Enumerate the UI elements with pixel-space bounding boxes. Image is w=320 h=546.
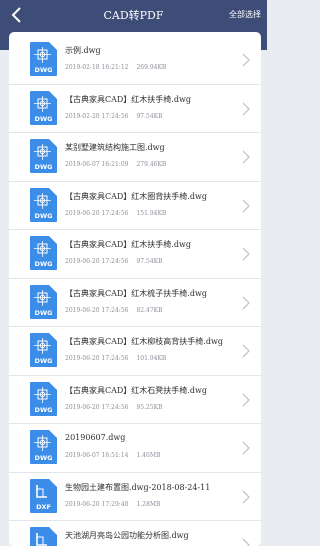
file-date: 2019-06-20 17:24:56 [65,355,129,362]
file-row[interactable]: DWG 20190607.dwg 2019-06-07 16:51:14 1.46… [9,424,261,473]
file-type-label: DWG [34,308,53,317]
dwg-file-icon: DWG [30,381,57,416]
file-name: 【古典家具CAD】红木扶手椅.dwg [65,94,191,104]
file-date: 2019-06-07 16:51:14 [65,452,129,459]
file-meta: 2019-06-07 16:21:09 279.46KB [65,161,235,168]
file-date: 2019-06-07 16:21:09 [65,161,129,168]
chevron-right-icon [242,441,250,455]
file-list-panel: DWG 示例.dwg 2019-02-18 16:21:12 269.94KB [9,32,261,546]
file-meta: 2019-02-18 16:21:12 269.94KB [65,64,235,71]
file-row[interactable]: DWG 【古典家具CAD】红木柳枝高背扶手椅.dwg 2019-06-20 17… [9,327,261,376]
file-name: 示例.dwg [65,46,101,55]
file-type-label: DWG [34,114,53,123]
file-name: 【古典家具CAD】红木柳枝高背扶手椅.dwg [65,337,223,346]
dwg-file-icon: DWG [30,139,57,173]
chevron-right-icon [242,53,250,67]
file-type-label: DWG [34,357,53,365]
dwg-file-icon: DWG [30,236,57,270]
file-type-label: DWG [34,405,53,414]
file-size: 269.94KB [136,64,167,71]
file-date: 2019-02-20 17:24:56 [65,112,129,120]
chevron-right-icon [242,490,250,503]
file-type-label: DWG [34,163,53,171]
file-date: 2019-06-20 17:24:56 [65,258,129,265]
dwg-file-icon: DWG [30,187,57,222]
file-name: 生物园土建布置图.dwg-2018-08-24-11 [65,482,211,492]
file-size: 1.46MB [136,452,161,459]
file-row[interactable]: DWG 【古典家具CAD】红木圈背扶手椅.dwg 2019-06-20 17:2… [9,182,261,230]
chevron-right-icon [242,150,250,164]
file-list: DWG 示例.dwg 2019-02-18 16:21:12 269.94KB [9,36,261,546]
file-meta: 2019-06-20 17:24:56 82.47KB [65,307,235,314]
page-title: CAD转PDF [103,9,164,22]
file-meta: 2019-06-20 17:24:56 97.54KB [65,258,235,265]
file-size: 82.47KB [136,306,163,314]
file-row[interactable]: DXF 天池湖月亮岛公园功能分析图.dwg 2019-06-20 17:40:5… [9,521,261,546]
file-size: 279.46KB [136,161,167,168]
file-name: 【古典家具CAD】红木梳子扶手椅.dwg [65,288,207,298]
file-row[interactable]: DWG 示例.dwg 2019-02-18 16:21:12 269.94KB [9,36,261,85]
file-size: 151.94KB [136,209,167,217]
chevron-right-icon [242,102,250,115]
file-name: 20190607.dwg [65,433,126,442]
dxf-file-icon: DXF [30,527,57,546]
dwg-file-icon: DWG [30,42,57,76]
file-meta: 2019-06-20 17:24:56 151.94KB [65,210,235,217]
file-name: 某别墅建筑结构施工图.dwg [65,143,165,152]
file-meta: 2019-02-20 17:24:56 97.54KB [65,113,235,120]
file-row[interactable]: DWG 【古典家具CAD】红木石凳扶手椅.dwg 2019-06-20 17:2… [9,376,261,424]
file-size: 1.28MB [136,500,161,508]
file-row[interactable]: DXF 生物园土建布置图.dwg-2018-08-24-11 2019-06-2… [9,473,261,521]
file-meta: 2019-06-20 17:24:56 101.94KB [65,355,235,362]
file-type-label: DWG [34,66,53,74]
file-type-label: DWG [34,211,53,220]
select-all-button[interactable]: 全部选择 [229,9,261,20]
file-name: 【古典家具CAD】红木圈背扶手椅.dwg [65,191,207,201]
file-row[interactable]: DWG 某别墅建筑结构施工图.dwg 2019-06-07 16:21:09 27… [9,133,261,182]
file-type-label: DWG [34,454,53,462]
chevron-right-icon [242,538,250,546]
file-name: 【古典家具CAD】红木石凳扶手椅.dwg [65,385,207,395]
chevron-right-icon [242,393,250,406]
file-row[interactable]: DWG 【古典家具CAD】红木梳子扶手椅.dwg 2019-06-20 17:2… [9,279,261,327]
file-row[interactable]: DWG 【古典家具CAD】红木扶手椅.dwg 2019-06-20 17:24:… [9,230,261,279]
file-date: 2019-06-20 17:24:56 [65,403,129,411]
file-type-label: DWG [34,260,53,268]
dwg-file-icon: DWG [30,430,57,464]
chevron-right-icon [242,247,250,261]
file-date: 2019-02-18 16:21:12 [65,64,129,71]
dxf-file-icon: DXF [30,478,57,513]
file-size: 95.25KB [136,403,163,411]
file-size: 97.54KB [136,258,163,265]
file-meta: 2019-06-20 17:29:48 1.28MB [65,501,235,508]
chevron-right-icon [242,296,250,309]
dwg-file-icon: DWG [30,333,57,367]
chevron-right-icon [242,344,250,358]
file-date: 2019-06-20 17:24:56 [65,209,129,217]
file-name: 【古典家具CAD】红木扶手椅.dwg [65,240,191,249]
file-meta: 2019-06-07 16:51:14 1.46MB [65,452,235,459]
file-type-label: DXF [36,502,51,511]
file-size: 97.54KB [136,112,163,120]
file-name: 天池湖月亮岛公园功能分析图.dwg [65,531,189,540]
file-meta: 2019-06-20 17:24:56 95.25KB [65,404,235,411]
chevron-right-icon [242,199,250,212]
dwg-file-icon: DWG [30,90,57,125]
file-date: 2019-06-20 17:29:48 [65,500,129,508]
file-row[interactable]: DWG 【古典家具CAD】红木扶手椅.dwg 2019-02-20 17:24:… [9,85,261,133]
file-date: 2019-06-20 17:24:56 [65,306,129,314]
file-size: 101.94KB [136,355,167,362]
dwg-file-icon: DWG [30,284,57,319]
